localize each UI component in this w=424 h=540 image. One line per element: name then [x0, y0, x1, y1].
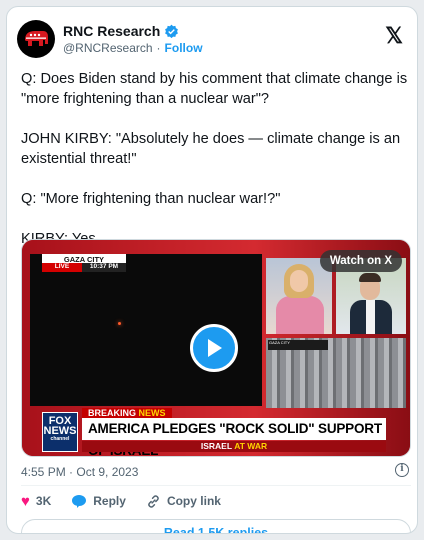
subline-at-war: AT WAR [234, 441, 268, 451]
live-time: 10:37 PM [82, 263, 126, 272]
chyron-subline: ISRAEL AT WAR [82, 441, 386, 452]
timestamp[interactable]: 4:55 PM · Oct 9, 2023 [21, 465, 138, 479]
play-button[interactable] [190, 324, 238, 372]
verified-badge-icon [165, 24, 179, 38]
author-name-row: RNC Research [63, 23, 179, 39]
separator-dot: · [156, 41, 161, 55]
author-handle[interactable]: @RNCResearch [63, 41, 153, 55]
subline-israel: ISRAEL [200, 441, 232, 451]
guest-hair [359, 273, 381, 282]
play-icon [208, 339, 222, 357]
link-icon [148, 494, 159, 508]
tweet-card: RNC Research @RNCResearch · Follow 𝕏 Q: … [6, 6, 418, 534]
breaking-label: BREAKING [88, 408, 137, 418]
lower-third: FOX NEWS channel BREAKING NEWS AMERICA P… [22, 408, 410, 456]
news-label: NEWS [138, 408, 166, 418]
x-logo-icon[interactable]: 𝕏 [385, 23, 403, 49]
anchor-face [290, 270, 308, 292]
divider [21, 485, 411, 486]
copy-link-button[interactable]: Copy link [146, 494, 221, 509]
chyron-headline: AMERICA PLEDGES "ROCK SOLID" SUPPORT OF … [82, 418, 386, 456]
read-replies-button[interactable]: Read 1.5K replies [21, 519, 411, 533]
inset-caption: GAZA CITY [268, 340, 328, 350]
reply-button[interactable]: Reply [71, 494, 126, 509]
watch-on-x-button[interactable]: Watch on X [319, 250, 402, 272]
handle-row: @RNCResearch · Follow [63, 41, 203, 55]
live-bug: LIVE 10:37 PM [42, 263, 126, 272]
author-name[interactable]: RNC Research [63, 23, 160, 39]
info-icon[interactable]: i [395, 463, 409, 477]
like-count: 3K [35, 494, 52, 508]
video-player[interactable]: GAZA CITY LIVE 10:37 PM GAZA CITY Watch … [21, 239, 411, 457]
action-bar: ♥ 3K Reply Copy link [21, 491, 411, 511]
reply-label: Reply [93, 494, 126, 508]
tweet-meta: 4:55 PM · Oct 9, 2023 i [21, 463, 411, 479]
tweet-header: RNC Research @RNCResearch · Follow 𝕏 [17, 17, 407, 61]
heart-icon: ♥ [21, 492, 30, 510]
avatar[interactable] [17, 20, 55, 58]
follow-button[interactable]: Follow [165, 41, 203, 55]
fox-news-logo: FOX NEWS channel [42, 412, 78, 452]
fire-glow [118, 322, 121, 325]
breaking-news-banner: BREAKING NEWS [82, 408, 172, 418]
elephant-logo-icon [25, 31, 48, 46]
like-button[interactable]: ♥ 3K [21, 494, 51, 509]
copy-link-label: Copy link [166, 494, 221, 508]
guest-shirt [366, 300, 375, 334]
anchor-figure [276, 296, 324, 334]
tweet-text: Q: Does Biden stand by his comment that … [21, 71, 408, 247]
reply-icon [72, 494, 87, 508]
live-label: LIVE [42, 263, 82, 272]
